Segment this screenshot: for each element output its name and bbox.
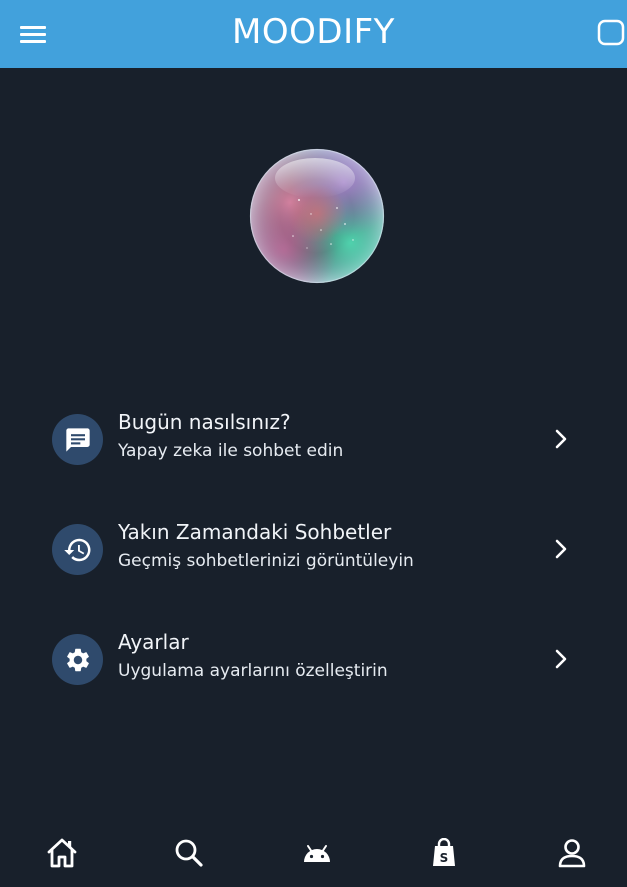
menu-item-title: Ayarlar xyxy=(118,630,189,654)
menu-item-subtitle: Uygulama ayarlarını özelleştirin xyxy=(118,661,388,681)
chevron-right-icon xyxy=(555,429,567,449)
search-icon xyxy=(175,839,203,867)
bottom-navigation: S xyxy=(0,818,627,887)
gear-icon xyxy=(66,648,89,671)
nav-profile[interactable] xyxy=(552,833,592,873)
nav-shop[interactable]: S xyxy=(424,833,464,873)
history-icon-badge xyxy=(52,524,103,575)
app-title: MOODIFY xyxy=(232,12,395,52)
chat-icon xyxy=(65,427,90,452)
rounded-square-icon xyxy=(597,19,625,46)
nav-assistant[interactable] xyxy=(297,833,337,873)
menu-item-chat[interactable]: Bugün nasılsınız? Yapay zeka ile sohbet … xyxy=(52,404,577,474)
nav-home[interactable] xyxy=(42,833,82,873)
menu-item-subtitle: Yapay zeka ile sohbet edin xyxy=(118,441,344,461)
history-icon xyxy=(63,538,90,561)
android-icon xyxy=(304,845,330,862)
shopping-bag-icon: S xyxy=(433,838,455,866)
home-icon xyxy=(47,838,77,868)
menu-item-title: Bugün nasılsınız? xyxy=(118,410,291,434)
bubble-orb-image xyxy=(249,148,385,284)
menu-item-settings[interactable]: Ayarlar Uygulama ayarlarını özelleştirin xyxy=(52,624,577,694)
gear-icon-badge xyxy=(52,634,103,685)
window-toggle-button[interactable] xyxy=(596,18,627,48)
menu-item-recent-chats[interactable]: Yakın Zamandaki Sohbetler Geçmiş sohbetl… xyxy=(52,514,577,584)
chat-icon-badge xyxy=(52,414,103,465)
chevron-right-icon xyxy=(555,539,567,559)
chevron-right-icon xyxy=(555,649,567,669)
nav-search[interactable] xyxy=(169,833,209,873)
person-icon xyxy=(558,839,586,868)
menu-item-subtitle: Geçmiş sohbetlerinizi görüntüleyin xyxy=(118,551,414,571)
menu-item-title: Yakın Zamandaki Sohbetler xyxy=(118,520,392,544)
svg-text:S: S xyxy=(440,851,449,865)
app-bar: MOODIFY xyxy=(0,0,627,68)
